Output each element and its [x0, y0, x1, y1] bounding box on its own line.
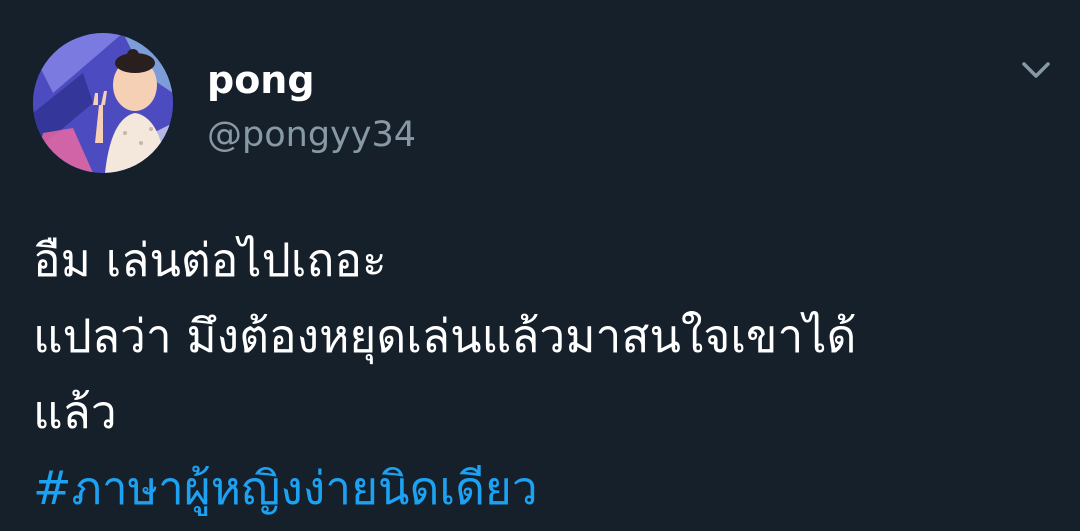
chevron-down-icon[interactable] [1016, 56, 1056, 86]
tweet-text: อืม เล่นต่อไปเถอะ แปลว่า มึงต้องหยุดเล่น… [33, 222, 1053, 526]
tweet-text-line: แปลว่า มึงต้องหยุดเล่นแล้วมาสนใจเขาได้ [33, 309, 857, 363]
tweet-text-line: อืม เล่นต่อไปเถอะ [33, 233, 387, 287]
user-handle[interactable]: @pongyy34 [207, 114, 416, 156]
avatar[interactable] [33, 33, 173, 173]
tweet-text-line: แล้ว [33, 385, 117, 439]
display-name[interactable]: pong [207, 58, 315, 102]
hashtag-link[interactable]: #ภาษาผู้หญิงง่ายนิดเดียว [33, 450, 1053, 526]
avatar-photo [33, 33, 173, 173]
